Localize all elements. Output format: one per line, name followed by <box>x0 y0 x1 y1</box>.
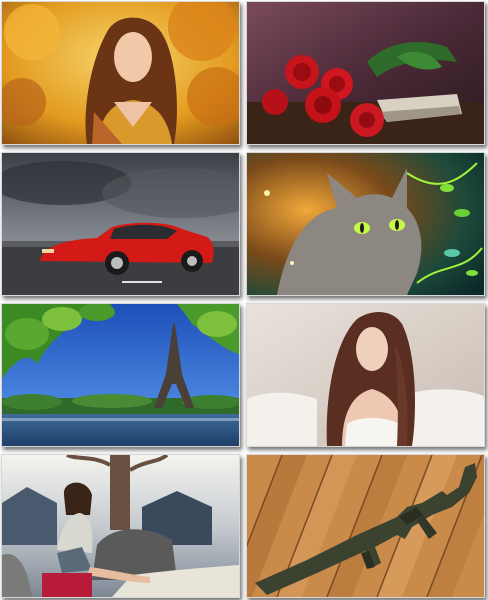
thumbnail-woman-autumn-leaves[interactable] <box>1 1 240 145</box>
thumbnail-red-roses-book[interactable] <box>246 1 485 145</box>
thumbnail-eiffel-tower-river[interactable] <box>1 303 240 447</box>
thumbnail-rifle-on-wooden-planks[interactable] <box>246 454 485 598</box>
thumbnail-woman-sitting-outdoors[interactable] <box>1 454 240 598</box>
thumbnail-woman-white-couch[interactable] <box>246 303 485 447</box>
wallpaper-gallery <box>0 0 488 600</box>
thumbnail-red-sports-car[interactable] <box>1 152 240 296</box>
thumbnail-fantasy-cat-glowing-eyes[interactable] <box>246 152 485 296</box>
